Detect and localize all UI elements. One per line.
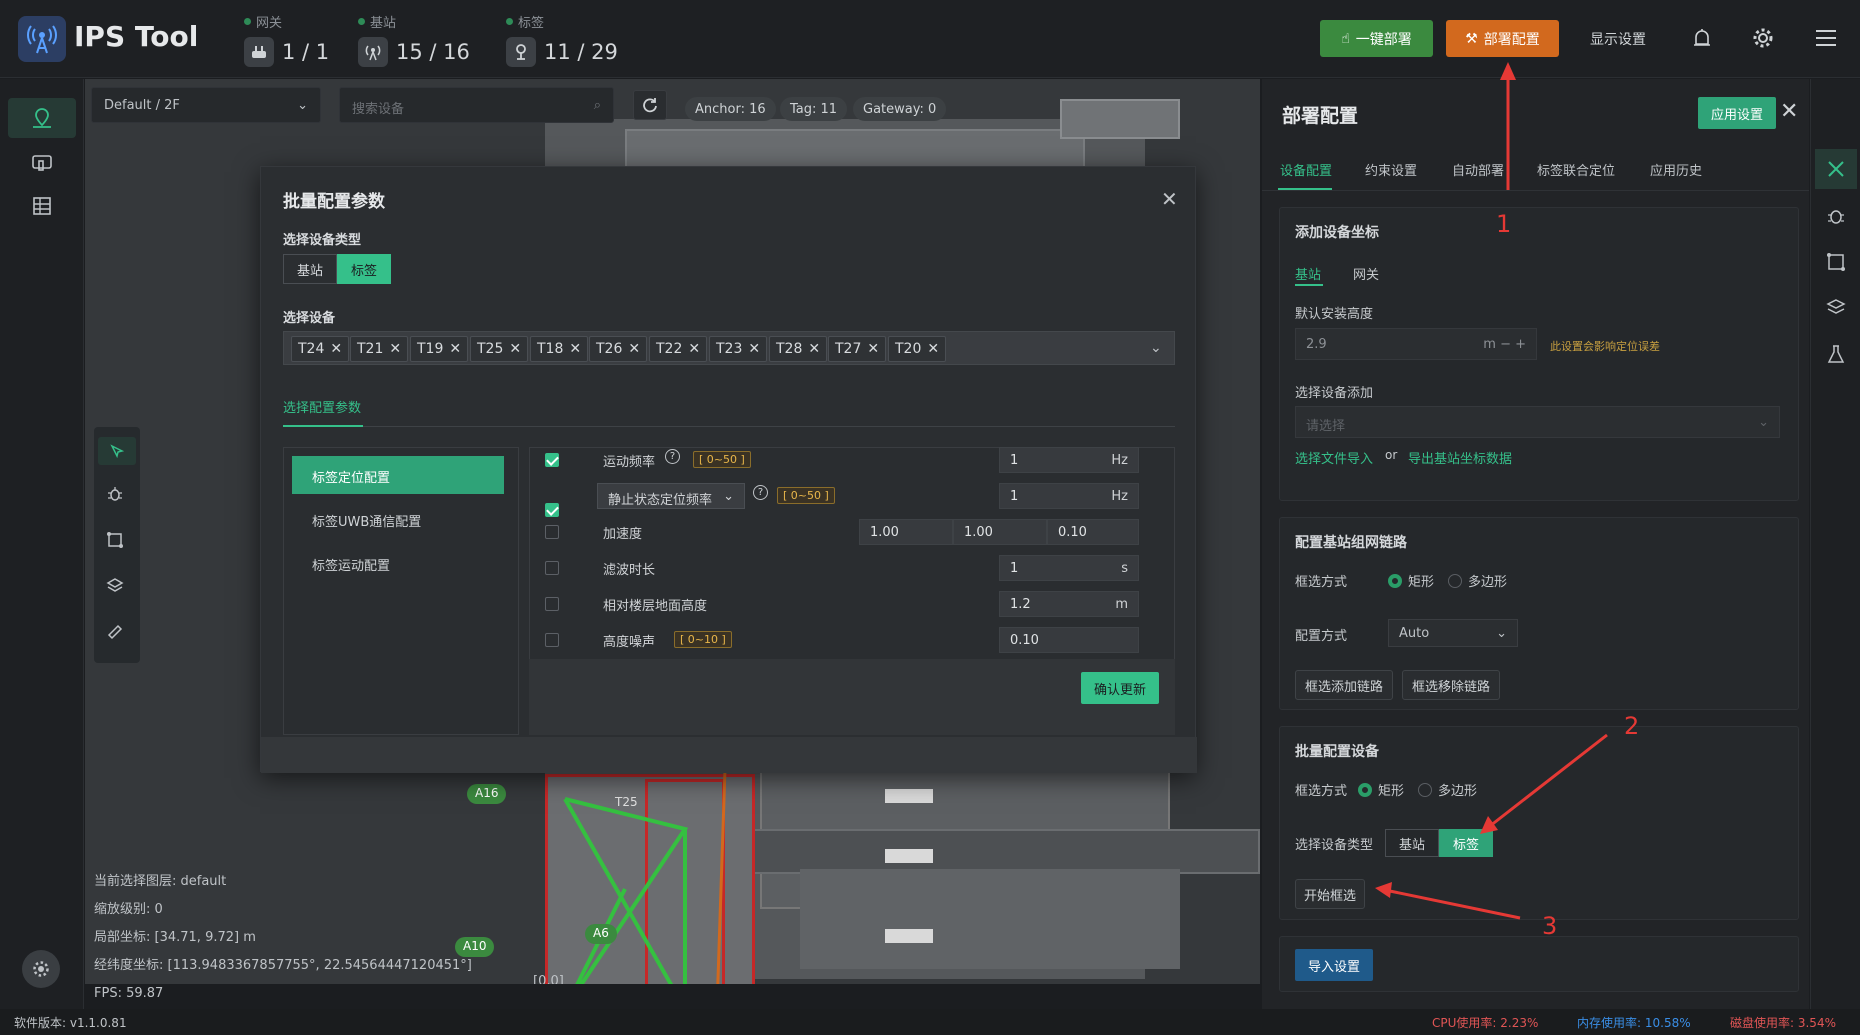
annotation-2: 2: [1624, 712, 1640, 740]
annotation-3: 3: [1542, 912, 1558, 940]
memory-usage: 内存使用率: 10.58%: [1577, 1016, 1691, 1030]
status-bar: 软件版本: v1.1.0.81 CPU使用率: 2.23% 内存使用率: 10.…: [0, 1009, 1860, 1035]
annotation-1: 1: [1496, 210, 1512, 238]
disk-usage: 磁盘使用率: 3.54%: [1730, 1016, 1836, 1030]
cpu-usage: CPU使用率: 2.23%: [1432, 1016, 1539, 1030]
annotation-arrows: [1375, 62, 1608, 920]
version-text: 软件版本: v1.1.0.81: [14, 1016, 127, 1030]
